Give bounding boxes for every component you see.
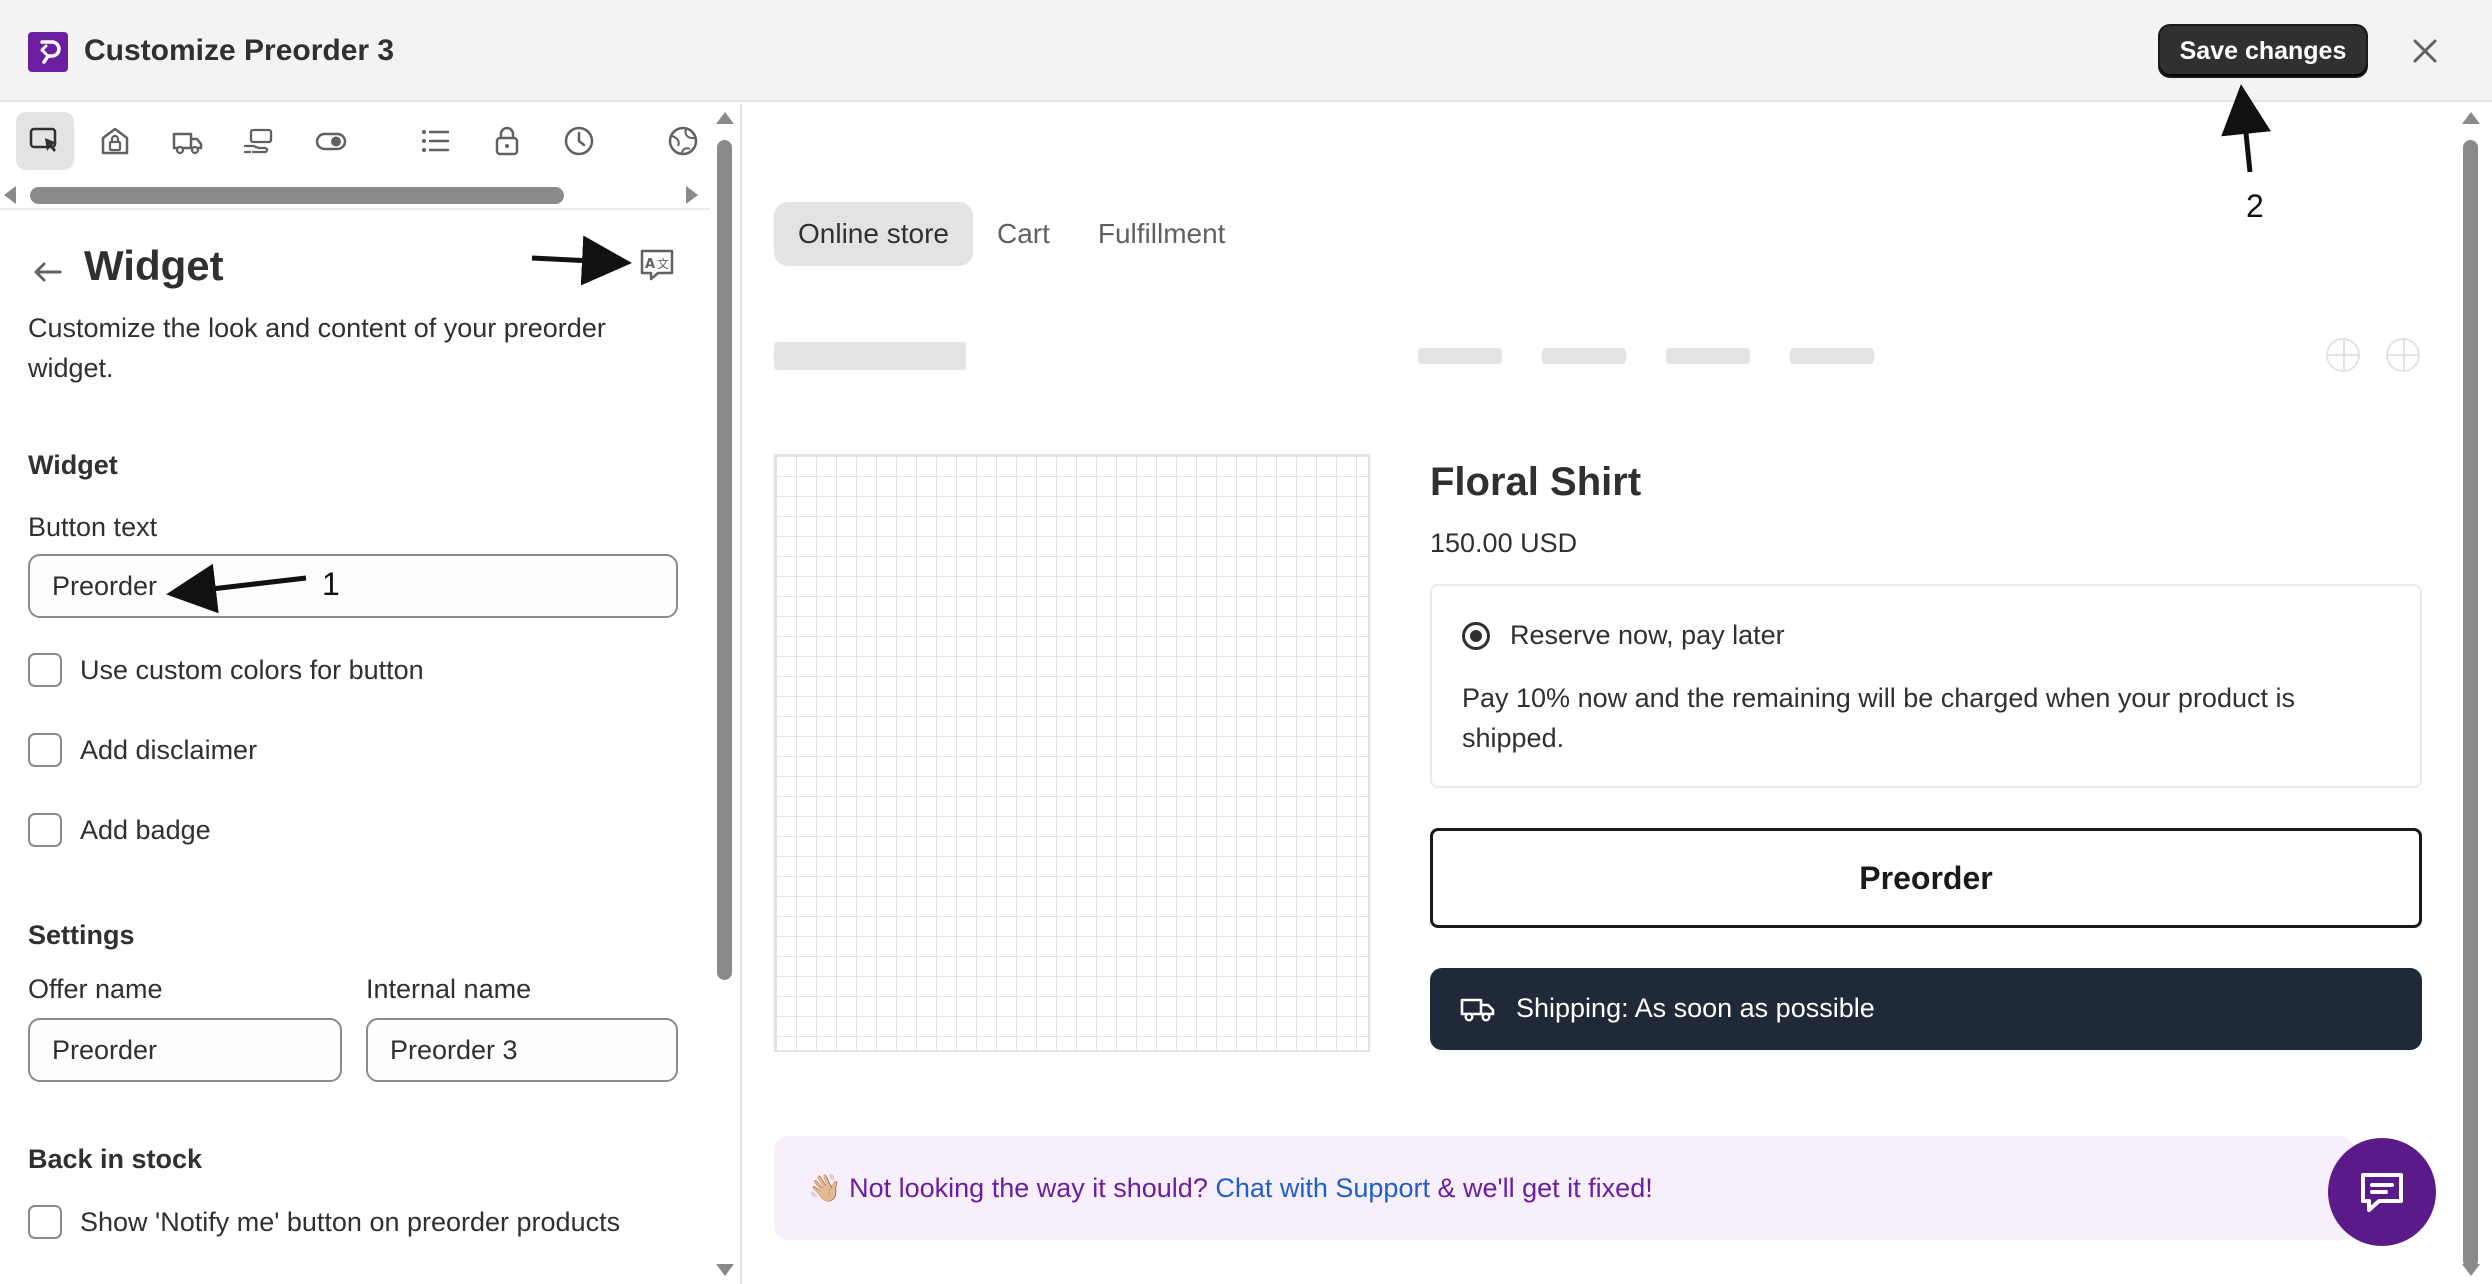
shipping-text: Shipping: As soon as possible bbox=[1516, 993, 1875, 1023]
skeleton-nav-item bbox=[1418, 348, 1502, 364]
save-changes-button[interactable]: Save changes bbox=[2158, 24, 2368, 78]
badge-label: Add badge bbox=[80, 814, 211, 845]
tab-online-store[interactable]: Online store bbox=[774, 202, 973, 266]
skeleton-logo bbox=[774, 342, 966, 370]
panel-title: Widget bbox=[84, 242, 224, 289]
svg-text:A: A bbox=[645, 257, 655, 272]
widget-section-heading: Widget bbox=[28, 450, 118, 480]
scrollbar-thumb[interactable] bbox=[30, 187, 564, 204]
skeleton-icon bbox=[2326, 338, 2360, 372]
preorder-button[interactable]: Preorder bbox=[1430, 828, 2422, 928]
notify-me-label: Show 'Notify me' button on preorder prod… bbox=[80, 1206, 621, 1237]
product-image-placeholder bbox=[774, 454, 1370, 1052]
scrollbar-thumb[interactable] bbox=[717, 140, 732, 980]
toggle-icon[interactable] bbox=[302, 112, 360, 170]
preview-area: Online store Cart Fulfillment Floral Shi… bbox=[742, 104, 2462, 1284]
scroll-left-icon[interactable] bbox=[4, 186, 16, 204]
scrollbar-thumb[interactable] bbox=[2463, 140, 2478, 1268]
support-prefix: 👋🏼 Not looking the way it should? bbox=[808, 1173, 1216, 1203]
disclaimer-label: Add disclaimer bbox=[80, 734, 258, 765]
internal-name-input[interactable] bbox=[366, 1018, 678, 1082]
reserve-radio[interactable] bbox=[1462, 622, 1490, 650]
support-banner: 👋🏼 Not looking the way it should? Chat w… bbox=[774, 1136, 2354, 1240]
scroll-up-icon[interactable] bbox=[716, 112, 734, 124]
scroll-right-icon[interactable] bbox=[686, 186, 698, 204]
product-price: 150.00 USD bbox=[1430, 528, 1578, 558]
payment-option-box[interactable]: Reserve now, pay later Pay 10% now and t… bbox=[1430, 584, 2422, 788]
dialog-title: Customize Preorder 3 bbox=[84, 34, 395, 67]
panel-description: Customize the look and content of your p… bbox=[28, 313, 606, 383]
badge-checkbox[interactable] bbox=[28, 813, 62, 847]
support-text: 👋🏼 Not looking the way it should? Chat w… bbox=[808, 1172, 1653, 1204]
reserve-option-label: Reserve now, pay later bbox=[1510, 620, 1785, 650]
translate-icon[interactable]: A文 bbox=[638, 246, 676, 284]
support-suffix: & we'll get it fixed! bbox=[1429, 1173, 1653, 1203]
offer-name-input[interactable] bbox=[28, 1018, 342, 1082]
close-icon[interactable] bbox=[2408, 34, 2442, 68]
scroll-up-icon[interactable] bbox=[2462, 112, 2480, 124]
delivery-truck-icon[interactable] bbox=[158, 112, 216, 170]
notify-me-checkbox[interactable] bbox=[28, 1205, 62, 1239]
list-icon[interactable] bbox=[406, 112, 464, 170]
settings-section-heading: Settings bbox=[28, 920, 135, 950]
settings-panel: Widget A文 Customize the look and content… bbox=[0, 104, 740, 1284]
custom-colors-label: Use custom colors for button bbox=[80, 654, 424, 685]
notify-me-checkbox-row[interactable]: Show 'Notify me' button on preorder prod… bbox=[28, 1204, 620, 1240]
store-lock-icon[interactable] bbox=[86, 112, 144, 170]
scroll-down-icon[interactable] bbox=[716, 1264, 734, 1276]
hand-payment-icon[interactable] bbox=[230, 112, 288, 170]
divider bbox=[0, 208, 710, 210]
disclaimer-checkbox[interactable] bbox=[28, 733, 62, 767]
panel-vertical-scrollbar[interactable] bbox=[714, 104, 734, 1284]
preview-vertical-scrollbar[interactable] bbox=[2460, 104, 2480, 1284]
chat-support-button[interactable] bbox=[2328, 1138, 2436, 1246]
app-header: Customize Preorder 3 Save changes bbox=[0, 0, 2492, 102]
tab-cart[interactable]: Cart bbox=[973, 202, 1074, 266]
back-in-stock-section-heading: Back in stock bbox=[28, 1144, 203, 1174]
chat-bubble-icon bbox=[2361, 1173, 2403, 1212]
reserve-option-description: Pay 10% now and the remaining will be ch… bbox=[1462, 683, 2295, 753]
custom-colors-checkbox[interactable] bbox=[28, 653, 62, 687]
skeleton-nav-item bbox=[1790, 348, 1874, 364]
tab-fulfillment[interactable]: Fulfillment bbox=[1074, 202, 1250, 266]
skeleton-nav-item bbox=[1542, 348, 1626, 364]
annotation-label-2: 2 bbox=[2246, 188, 2264, 224]
app-logo-icon bbox=[28, 32, 68, 72]
svg-text:文: 文 bbox=[657, 256, 669, 271]
internal-name-label: Internal name bbox=[366, 974, 532, 1004]
chat-support-link[interactable]: Chat with Support bbox=[1215, 1173, 1430, 1203]
skeleton-icon bbox=[2386, 338, 2420, 372]
annotation-label-1: 1 bbox=[322, 566, 340, 602]
custom-colors-checkbox-row[interactable]: Use custom colors for button bbox=[28, 652, 424, 688]
shipping-bar: Shipping: As soon as possible bbox=[1430, 968, 2422, 1050]
globe-icon[interactable] bbox=[654, 112, 712, 170]
clock-icon[interactable] bbox=[550, 112, 608, 170]
offer-name-label: Offer name bbox=[28, 974, 163, 1004]
badge-checkbox-row[interactable]: Add badge bbox=[28, 812, 211, 848]
button-text-label: Button text bbox=[28, 512, 158, 542]
cursor-select-icon[interactable] bbox=[16, 112, 74, 170]
delivery-truck-icon bbox=[1460, 998, 1495, 1022]
settings-toolbar bbox=[0, 104, 700, 204]
preview-tabs: Online store Cart Fulfillment bbox=[774, 202, 1249, 266]
button-text-input[interactable] bbox=[28, 554, 678, 618]
back-arrow-icon[interactable] bbox=[30, 254, 66, 290]
toolbar-horizontal-scrollbar[interactable] bbox=[0, 180, 708, 204]
scroll-down-icon[interactable] bbox=[2462, 1264, 2480, 1276]
skeleton-nav-item bbox=[1666, 348, 1750, 364]
disclaimer-checkbox-row[interactable]: Add disclaimer bbox=[28, 732, 257, 768]
lock-icon[interactable] bbox=[478, 112, 536, 170]
product-name: Floral Shirt bbox=[1430, 460, 1642, 504]
